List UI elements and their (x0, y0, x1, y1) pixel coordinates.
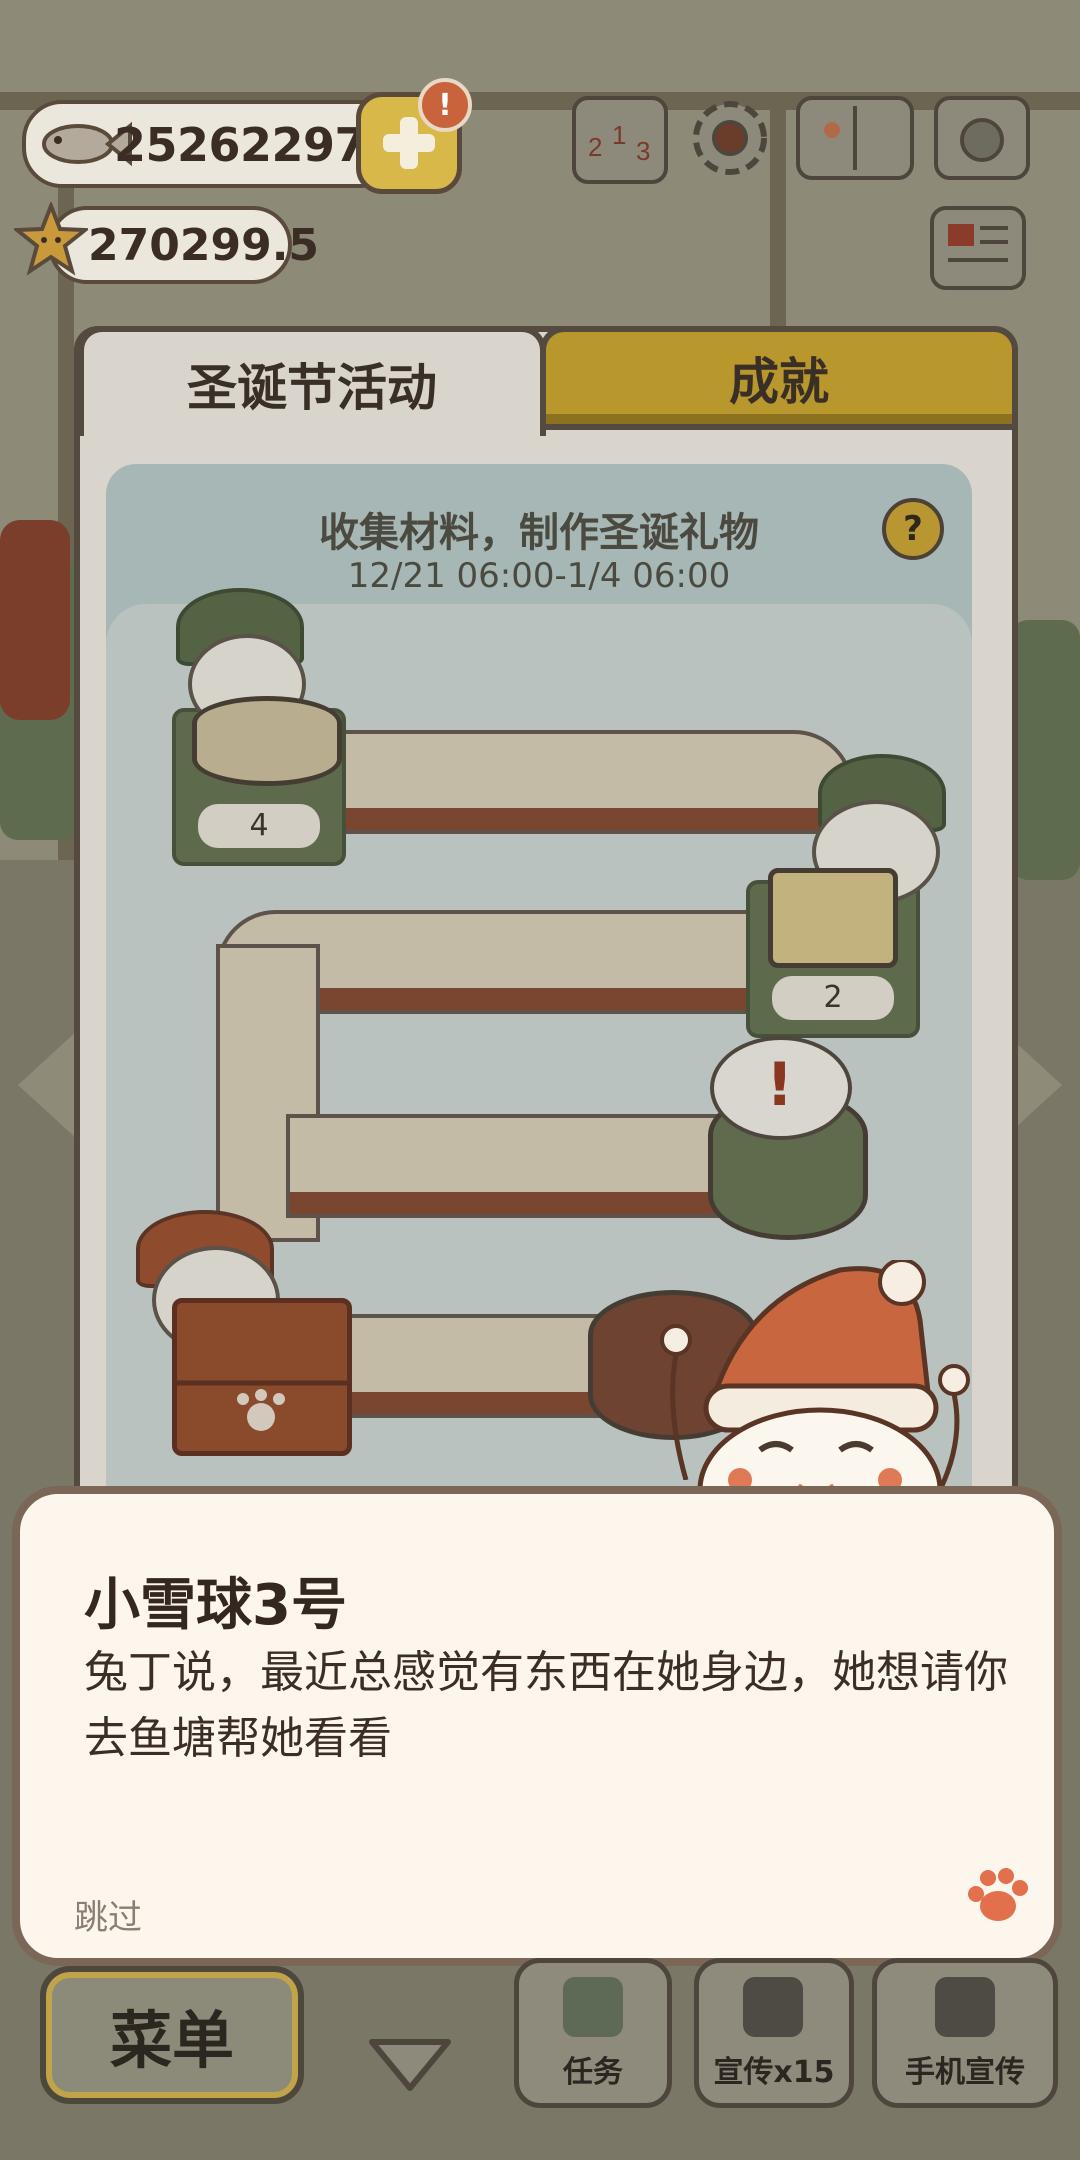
ranking-icon[interactable]: 213 (572, 96, 668, 184)
speaker-name: 小雪球3号 (84, 1573, 347, 1638)
camera-icon[interactable] (934, 96, 1030, 180)
paw-icon[interactable] (964, 1866, 1028, 1926)
alert-badge: ! (418, 78, 472, 132)
red-crate[interactable] (172, 1298, 352, 1456)
station-count: 2 (772, 976, 894, 1020)
promo-label: 宣传x15 (713, 2055, 835, 2090)
star-icon (14, 202, 88, 276)
book-icon[interactable] (796, 96, 914, 180)
star-amount: 270299.5 (88, 220, 320, 271)
snowman-arm-left (660, 1324, 692, 1480)
svg-text:2: 2 (588, 132, 602, 162)
fish-currency: 252622971 (22, 100, 400, 188)
help-button[interactable]: ? (882, 498, 944, 560)
exclamation-icon: ! (766, 1050, 794, 1120)
cardboard-box (768, 868, 898, 968)
alert-bubble[interactable]: ! (710, 1036, 852, 1140)
chevron-down-icon[interactable] (366, 2036, 454, 2094)
skip-button[interactable]: 跳过 (74, 1890, 142, 1939)
newspaper-icon[interactable] (930, 206, 1026, 290)
gear-icon[interactable] (688, 96, 772, 180)
phone-promo-button[interactable]: 手机宣传 (872, 1958, 1058, 2108)
dialog-text: 兔丁说，最近总感觉有东西在她身边，她想请你去鱼塘帮她看看 (84, 1647, 1008, 1764)
event-title: 收集材料，制作圣诞礼物 (319, 510, 759, 556)
phone-promo-label: 手机宣传 (905, 2055, 1025, 2090)
tab-christmas-event[interactable]: 圣诞节活动 (78, 326, 546, 436)
decor-furniture (0, 520, 70, 720)
task-label: 任务 (563, 2055, 623, 2090)
station-count: 4 (198, 804, 320, 848)
promo-button[interactable]: 宣传x15 (694, 1958, 854, 2108)
snowman-character (697, 1260, 943, 1500)
tab-achievements[interactable]: 成就 (540, 326, 1018, 430)
phone-icon (743, 1977, 803, 2037)
menu-button[interactable]: 菜单 (40, 1966, 304, 2104)
svg-text:3: 3 (636, 136, 650, 166)
snowman-arm-right (937, 1364, 970, 1490)
path-segment (326, 730, 854, 834)
wood-logs (192, 696, 342, 786)
svg-text:1: 1 (612, 120, 626, 150)
checklist-icon (563, 1977, 623, 2037)
dialog-box[interactable]: 小雪球3号 兔丁说，最近总感觉有东西在她身边，她想请你去鱼塘帮她看看 跳过 (12, 1486, 1062, 1966)
phone-icon (935, 1977, 995, 2037)
task-button[interactable]: 任务 (514, 1958, 672, 2108)
decor-plant (1010, 620, 1080, 880)
